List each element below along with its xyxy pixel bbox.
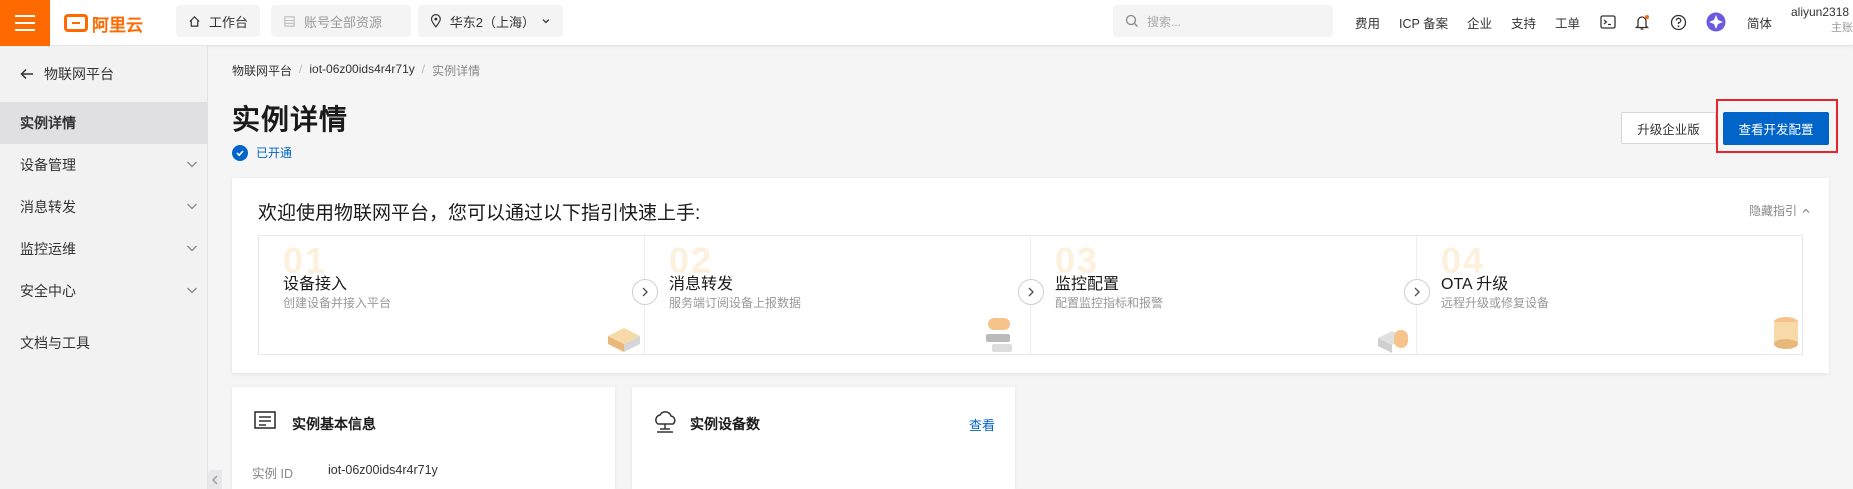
instance-id-value: iot-06z00ids4r4r71y	[328, 463, 438, 477]
step-description: 远程升级或修复设备	[1441, 296, 1550, 310]
step-title: 设备接入	[283, 276, 348, 293]
upgrade-enterprise-button[interactable]: 升级企业版	[1621, 112, 1716, 144]
chevron-left-icon	[212, 475, 218, 484]
sidebar: 物联网平台 实例详情 设备管理 消息转发 监控运维 安全中心 文档与工具	[0, 46, 208, 489]
sidebar-item-instance-detail[interactable]: 实例详情	[0, 102, 208, 144]
assistant-avatar-icon[interactable]	[1706, 12, 1726, 32]
global-search-input[interactable]: 搜索...	[1113, 5, 1333, 37]
guide-step-message-forwarding[interactable]: 02 消息转发 服务端订阅设备上报数据	[632, 236, 1031, 354]
bell-icon[interactable]	[1632, 12, 1652, 32]
account-scope-label: 账号全部资源	[304, 14, 383, 30]
chevron-right-icon	[1404, 279, 1430, 305]
sidebar-item-docs-tools[interactable]: 文档与工具	[0, 322, 208, 364]
resource-icon	[284, 15, 295, 27]
step-title: 监控配置	[1055, 276, 1120, 293]
sidebar-item-label: 消息转发	[20, 199, 76, 215]
sidebar-collapse-handle[interactable]	[208, 470, 222, 489]
workbench-button[interactable]: 工作台	[176, 5, 261, 37]
sidebar-item-message-forwarding[interactable]: 消息转发	[0, 186, 208, 228]
account-scope-select[interactable]: 账号全部资源	[271, 5, 411, 37]
location-pin-icon	[430, 14, 441, 28]
search-placeholder: 搜索...	[1147, 14, 1182, 29]
step-description: 创建设备并接入平台	[283, 296, 392, 310]
card-title: 实例基本信息	[292, 416, 376, 432]
hide-guide-button[interactable]: 隐藏指引	[1749, 202, 1811, 219]
workbench-label: 工作台	[209, 14, 249, 30]
user-name: aliyun2318	[1791, 5, 1850, 19]
guide-title: 欢迎使用物联网平台，您可以通过以下指引快速上手:	[258, 203, 701, 224]
aliyun-logo[interactable]: 阿里云	[64, 11, 143, 35]
message-pipe-illustration	[986, 318, 1012, 352]
chevron-down-icon	[187, 203, 197, 210]
highlight-box	[1716, 99, 1838, 153]
status-label: 已开通	[256, 146, 293, 160]
search-icon	[1125, 14, 1138, 27]
chevron-down-icon	[187, 245, 197, 252]
card-title: 实例设备数	[690, 416, 760, 432]
terminal-icon[interactable]	[1598, 12, 1618, 32]
chevron-down-icon	[187, 287, 197, 294]
sidebar-item-label: 设备管理	[20, 157, 76, 173]
user-account-menu[interactable]: aliyun2318 主账	[1791, 4, 1853, 36]
chevron-right-icon	[1018, 279, 1044, 305]
breadcrumb: 物联网平台 / iot-06z00ids4r4r71y / 实例详情	[232, 62, 480, 79]
sidebar-item-label: 文档与工具	[20, 335, 90, 351]
guide-step-ota-upgrade[interactable]: 04 OTA 升级 远程升级或修复设备	[1404, 236, 1804, 354]
device-layers-illustration	[608, 328, 640, 352]
status-badge: 已开通	[232, 144, 292, 161]
step-title: OTA 升级	[1441, 276, 1509, 293]
nav-link-ticket[interactable]: 工单	[1555, 13, 1580, 32]
hide-guide-label: 隐藏指引	[1748, 204, 1797, 218]
guide-step-device-access[interactable]: 01 设备接入 创建设备并接入平台	[259, 236, 645, 354]
region-select[interactable]: 华东2（上海）	[418, 5, 563, 37]
sidebar-back-label: 物联网平台	[44, 66, 114, 82]
language-switch[interactable]: 简体	[1747, 13, 1772, 32]
top-bar: 阿里云 工作台 账号全部资源 华东2（上海） 搜索... 费用 ICP 备案 企…	[0, 0, 1853, 46]
user-sub-label: 主账	[1831, 22, 1853, 34]
breadcrumb-item-current: 实例详情	[432, 64, 481, 78]
arrow-left-icon	[20, 68, 33, 80]
document-list-icon	[254, 411, 276, 429]
sidebar-item-monitoring-ops[interactable]: 监控运维	[0, 228, 208, 270]
instance-id-label: 实例 ID	[252, 467, 293, 481]
instance-device-count-card: 实例设备数 查看	[632, 387, 1015, 489]
nav-link-billing[interactable]: 费用	[1355, 13, 1380, 32]
quick-start-guide: 欢迎使用物联网平台，您可以通过以下指引快速上手: 隐藏指引 01 设备接入 创建…	[232, 178, 1829, 373]
breadcrumb-separator: /	[421, 62, 426, 76]
region-label: 华东2（上海）	[449, 14, 535, 30]
nav-link-enterprise[interactable]: 企业	[1467, 13, 1492, 32]
breadcrumb-separator: /	[299, 62, 303, 76]
step-description: 服务端订阅设备上报数据	[669, 296, 802, 310]
view-devices-link[interactable]: 查看	[969, 415, 995, 434]
check-circle-icon	[232, 144, 248, 161]
chevron-down-icon	[542, 19, 550, 24]
sidebar-back-link[interactable]: 物联网平台	[20, 64, 114, 84]
guide-steps: 01 设备接入 创建设备并接入平台 02 消息转发 服务端订阅设备上报数据 03…	[258, 235, 1803, 355]
cylinder-illustration	[1774, 317, 1798, 349]
chevron-right-icon	[632, 279, 658, 305]
monitor-box-illustration	[1378, 330, 1408, 353]
cloud-device-icon	[655, 411, 676, 433]
home-icon	[189, 15, 200, 27]
guide-step-monitoring-config[interactable]: 03 监控配置 配置监控指标和报警	[1018, 236, 1417, 354]
sidebar-item-label: 实例详情	[20, 115, 76, 131]
hamburger-menu-button[interactable]	[0, 0, 50, 46]
breadcrumb-item-iot-platform[interactable]: 物联网平台	[232, 62, 292, 79]
logo-text: 阿里云	[92, 15, 143, 35]
breadcrumb-item-instance[interactable]: iot-06z00ids4r4r71y	[309, 62, 414, 79]
instance-basic-info-card: 实例基本信息 实例 ID iot-06z00ids4r4r71y	[232, 387, 615, 489]
sidebar-item-device-management[interactable]: 设备管理	[0, 144, 208, 186]
aliyun-logo-icon	[64, 14, 88, 32]
chevron-up-icon	[1802, 208, 1810, 213]
nav-link-support[interactable]: 支持	[1511, 13, 1536, 32]
step-description: 配置监控指标和报警	[1055, 296, 1164, 310]
sidebar-item-security-center[interactable]: 安全中心	[0, 270, 208, 312]
step-title: 消息转发	[669, 276, 734, 293]
nav-link-icp[interactable]: ICP 备案	[1399, 13, 1448, 32]
help-icon[interactable]	[1668, 12, 1688, 32]
chevron-down-icon	[187, 161, 197, 168]
sidebar-item-label: 安全中心	[20, 283, 76, 299]
sidebar-item-label: 监控运维	[20, 241, 76, 257]
page-title: 实例详情	[232, 104, 349, 135]
